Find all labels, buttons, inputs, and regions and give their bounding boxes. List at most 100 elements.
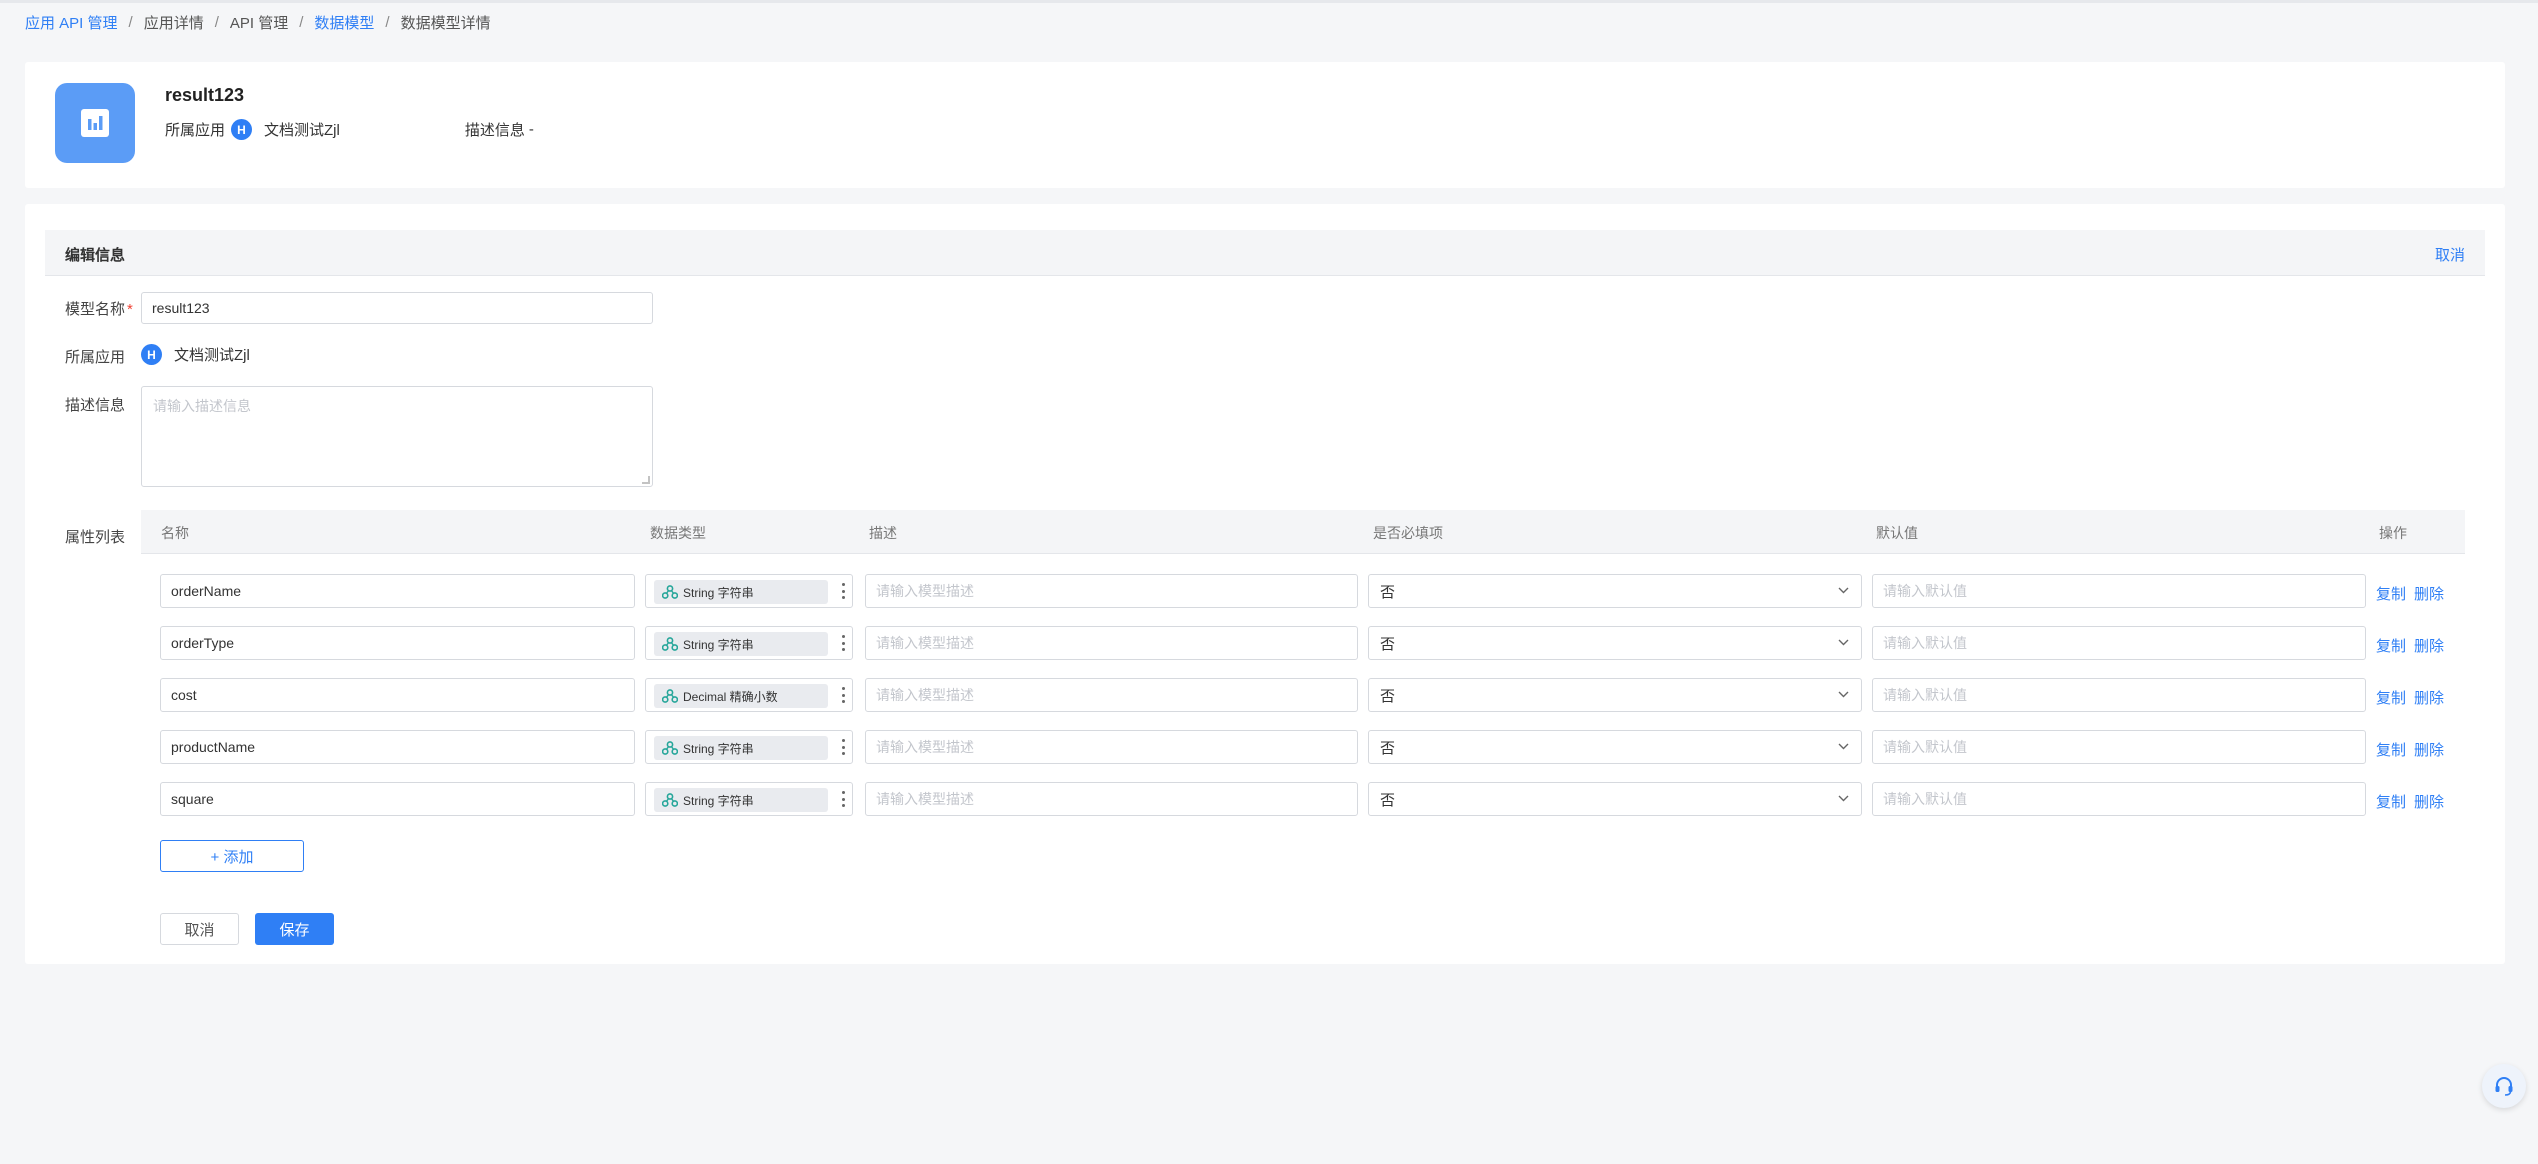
required-value: 否 <box>1380 583 1396 601</box>
breadcrumb-data-model[interactable]: 数据模型 <box>314 12 374 33</box>
model-info-card: result123 所属应用 H 文档测试Zjl 描述信息 - <box>25 62 2505 188</box>
copy-button[interactable]: 复制 <box>2376 635 2406 656</box>
save-button[interactable]: 保存 <box>255 913 334 945</box>
header-cancel-link[interactable]: 取消 <box>2435 244 2465 265</box>
breadcrumb-separator: / <box>299 14 304 31</box>
attr-desc-input[interactable]: 请输入模型描述 <box>865 574 1358 608</box>
attr-type-select[interactable]: String 字符串 <box>645 574 853 608</box>
type-chip: String 字符串 <box>654 580 828 604</box>
delete-button[interactable]: 删除 <box>2414 791 2444 812</box>
attr-name-input[interactable]: productName <box>160 730 635 764</box>
attr-desc-input[interactable]: 请输入模型描述 <box>865 678 1358 712</box>
chevron-down-icon <box>1838 587 1849 594</box>
required-value: 否 <box>1380 635 1396 653</box>
app-label: 所属应用 <box>165 122 226 139</box>
copy-button[interactable]: 复制 <box>2376 687 2406 708</box>
model-meta: 所属应用 H 文档测试Zjl 描述信息 - <box>165 119 534 140</box>
breadcrumb-separator: / <box>385 14 390 31</box>
attr-name-input[interactable]: square <box>160 782 635 816</box>
edit-header: 编辑信息 取消 <box>45 230 2485 276</box>
model-name-label: 模型名称 * <box>65 298 133 319</box>
attr-desc-input[interactable]: 请输入模型描述 <box>865 626 1358 660</box>
edit-card: 编辑信息 取消 模型名称 * result123 所属应用 H 文档测试Zjl 描… <box>25 204 2505 964</box>
copy-button[interactable]: 复制 <box>2376 791 2406 812</box>
chevron-down-icon <box>1838 795 1849 802</box>
required-value: 否 <box>1380 687 1396 705</box>
more-options-icon[interactable] <box>841 635 845 651</box>
type-label: Decimal 精确小数 <box>683 689 778 704</box>
attr-required-select[interactable]: 否 <box>1368 782 1862 816</box>
type-label: String 字符串 <box>683 793 754 808</box>
attr-name-input[interactable]: cost <box>160 678 635 712</box>
desc-value: - <box>528 121 534 138</box>
more-options-icon[interactable] <box>841 791 845 807</box>
type-label: String 字符串 <box>683 741 754 756</box>
desc-textarea[interactable]: 请输入描述信息 <box>141 386 653 487</box>
data-node-icon <box>662 741 678 755</box>
more-options-icon[interactable] <box>841 739 845 755</box>
model-name-input[interactable]: result123 <box>141 292 653 324</box>
type-label: String 字符串 <box>683 585 754 600</box>
delete-button[interactable]: 删除 <box>2414 687 2444 708</box>
breadcrumb-app-detail[interactable]: 应用详情 <box>144 12 204 33</box>
copy-button[interactable]: 复制 <box>2376 739 2406 760</box>
breadcrumb-separator: / <box>128 14 133 31</box>
col-default: 默认值 <box>1876 525 1918 541</box>
attr-type-select[interactable]: Decimal 精确小数 <box>645 678 853 712</box>
attr-required-select[interactable]: 否 <box>1368 678 1862 712</box>
col-desc: 描述 <box>869 525 897 541</box>
delete-button[interactable]: 删除 <box>2414 635 2444 656</box>
app-name: 文档测试Zjl <box>174 347 250 364</box>
attr-default-input[interactable]: 请输入默认值 <box>1872 678 2366 712</box>
col-actions: 操作 <box>2379 525 2407 541</box>
add-attribute-button[interactable]: + 添加 <box>160 840 304 872</box>
attr-default-input[interactable]: 请输入默认值 <box>1872 574 2366 608</box>
attr-required-select[interactable]: 否 <box>1368 626 1862 660</box>
data-node-icon <box>662 793 678 807</box>
type-chip: String 字符串 <box>654 736 828 760</box>
type-chip: String 字符串 <box>654 788 828 812</box>
attr-type-select[interactable]: String 字符串 <box>645 626 853 660</box>
app-badge: H <box>231 119 253 140</box>
data-node-icon <box>662 689 678 703</box>
col-required: 是否必填项 <box>1373 525 1443 541</box>
attr-type-select[interactable]: String 字符串 <box>645 730 853 764</box>
cancel-button[interactable]: 取消 <box>160 913 239 945</box>
type-label: String 字符串 <box>683 637 754 652</box>
col-name: 名称 <box>161 525 189 541</box>
delete-button[interactable]: 删除 <box>2414 583 2444 604</box>
attr-name-input[interactable]: orderType <box>160 626 635 660</box>
breadcrumb-api-manage[interactable]: API 管理 <box>230 12 288 33</box>
copy-button[interactable]: 复制 <box>2376 583 2406 604</box>
required-mark: * <box>127 301 133 318</box>
headset-icon[interactable] <box>2482 1064 2526 1108</box>
required-value: 否 <box>1380 791 1396 809</box>
more-options-icon[interactable] <box>841 687 845 703</box>
col-type: 数据类型 <box>650 525 706 541</box>
model-name-label-text: 模型名称 <box>65 301 126 318</box>
edit-title: 编辑信息 <box>65 247 126 264</box>
attr-desc-input[interactable]: 请输入模型描述 <box>865 730 1358 764</box>
attr-name-input[interactable]: orderName <box>160 574 635 608</box>
app-field-label: 所属应用 <box>65 349 126 366</box>
breadcrumb-app-api[interactable]: 应用 API 管理 <box>25 12 118 33</box>
delete-button[interactable]: 删除 <box>2414 739 2444 760</box>
breadcrumb: 应用 API 管理 / 应用详情 / API 管理 / 数据模型 / 数据模型详… <box>25 12 491 33</box>
attr-required-select[interactable]: 否 <box>1368 730 1862 764</box>
breadcrumb-current: 数据模型详情 <box>400 15 491 32</box>
more-options-icon[interactable] <box>841 583 845 599</box>
attr-desc-input[interactable]: 请输入模型描述 <box>865 782 1358 816</box>
top-divider <box>0 0 2538 3</box>
desc-field-label: 描述信息 <box>65 397 126 414</box>
attr-default-input[interactable]: 请输入默认值 <box>1872 782 2366 816</box>
app-badge: H <box>141 344 162 365</box>
attr-default-input[interactable]: 请输入默认值 <box>1872 730 2366 764</box>
attr-default-input[interactable]: 请输入默认值 <box>1872 626 2366 660</box>
desc-placeholder: 请输入描述信息 <box>153 398 251 414</box>
chevron-down-icon <box>1838 743 1849 750</box>
chevron-down-icon <box>1838 639 1849 646</box>
bar-chart-icon <box>55 83 135 163</box>
attr-required-select[interactable]: 否 <box>1368 574 1862 608</box>
resize-grip-icon[interactable] <box>642 476 650 484</box>
attr-type-select[interactable]: String 字符串 <box>645 782 853 816</box>
